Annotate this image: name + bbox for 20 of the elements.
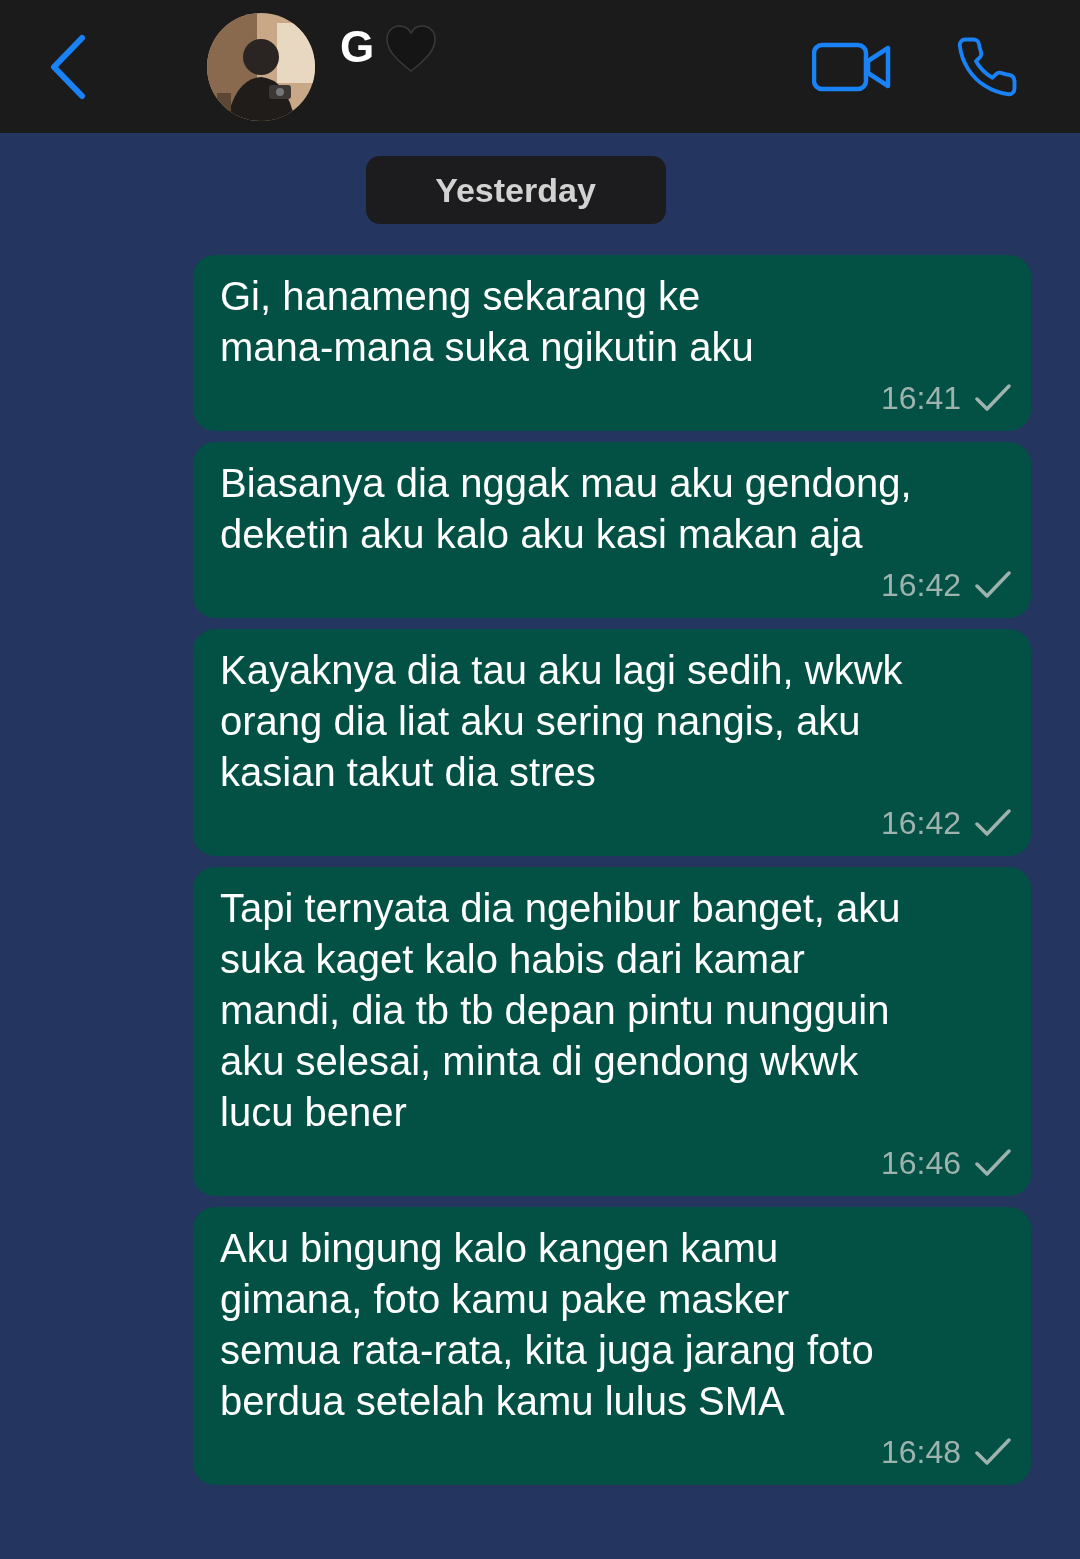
message-time: 16:48 [880, 1433, 961, 1471]
message-text: Aku bingung kalo kangen kamu gimana, foto kamu pake masker semua rata-rata, kita juga jarang foto berdua setelah kamu lulus SMA [220, 1225, 875, 1425]
check-icon [975, 808, 1011, 838]
message-time: 16:46 [880, 1144, 961, 1182]
check-icon [975, 1437, 1011, 1467]
video-call-icon[interactable] [812, 41, 892, 92]
check-icon [975, 383, 1011, 413]
contact-name[interactable]: G [340, 22, 375, 72]
message-text: Biasanya dia nggak mau aku gendong, deketin aku kalo aku kasi makan aja [220, 460, 913, 558]
message-time: 16:41 [880, 379, 961, 417]
message-text: Kayaknya dia tau aku lagi sedih, wkwk orang dia liat aku sering nangis, aku kasian takut dia stres [220, 647, 904, 796]
check-icon [975, 570, 1011, 600]
message-time: 16:42 [880, 804, 961, 842]
message-text: Tapi ternyata dia ngehibur banget, aku suka kaget kalo habis dari kamar mandi, dia tb tb depan pintu nungguin aku selesai, minta di gendong wkwk lucu bener [220, 885, 902, 1136]
heart-icon [384, 24, 439, 74]
message-text: Gi, hanameng sekarang ke mana-mana suka ngikutin aku [220, 273, 755, 371]
check-icon [975, 1148, 1011, 1178]
message-time: 16:42 [880, 566, 961, 604]
back-icon[interactable] [48, 33, 88, 100]
date-separator: Yesterday [365, 156, 666, 224]
